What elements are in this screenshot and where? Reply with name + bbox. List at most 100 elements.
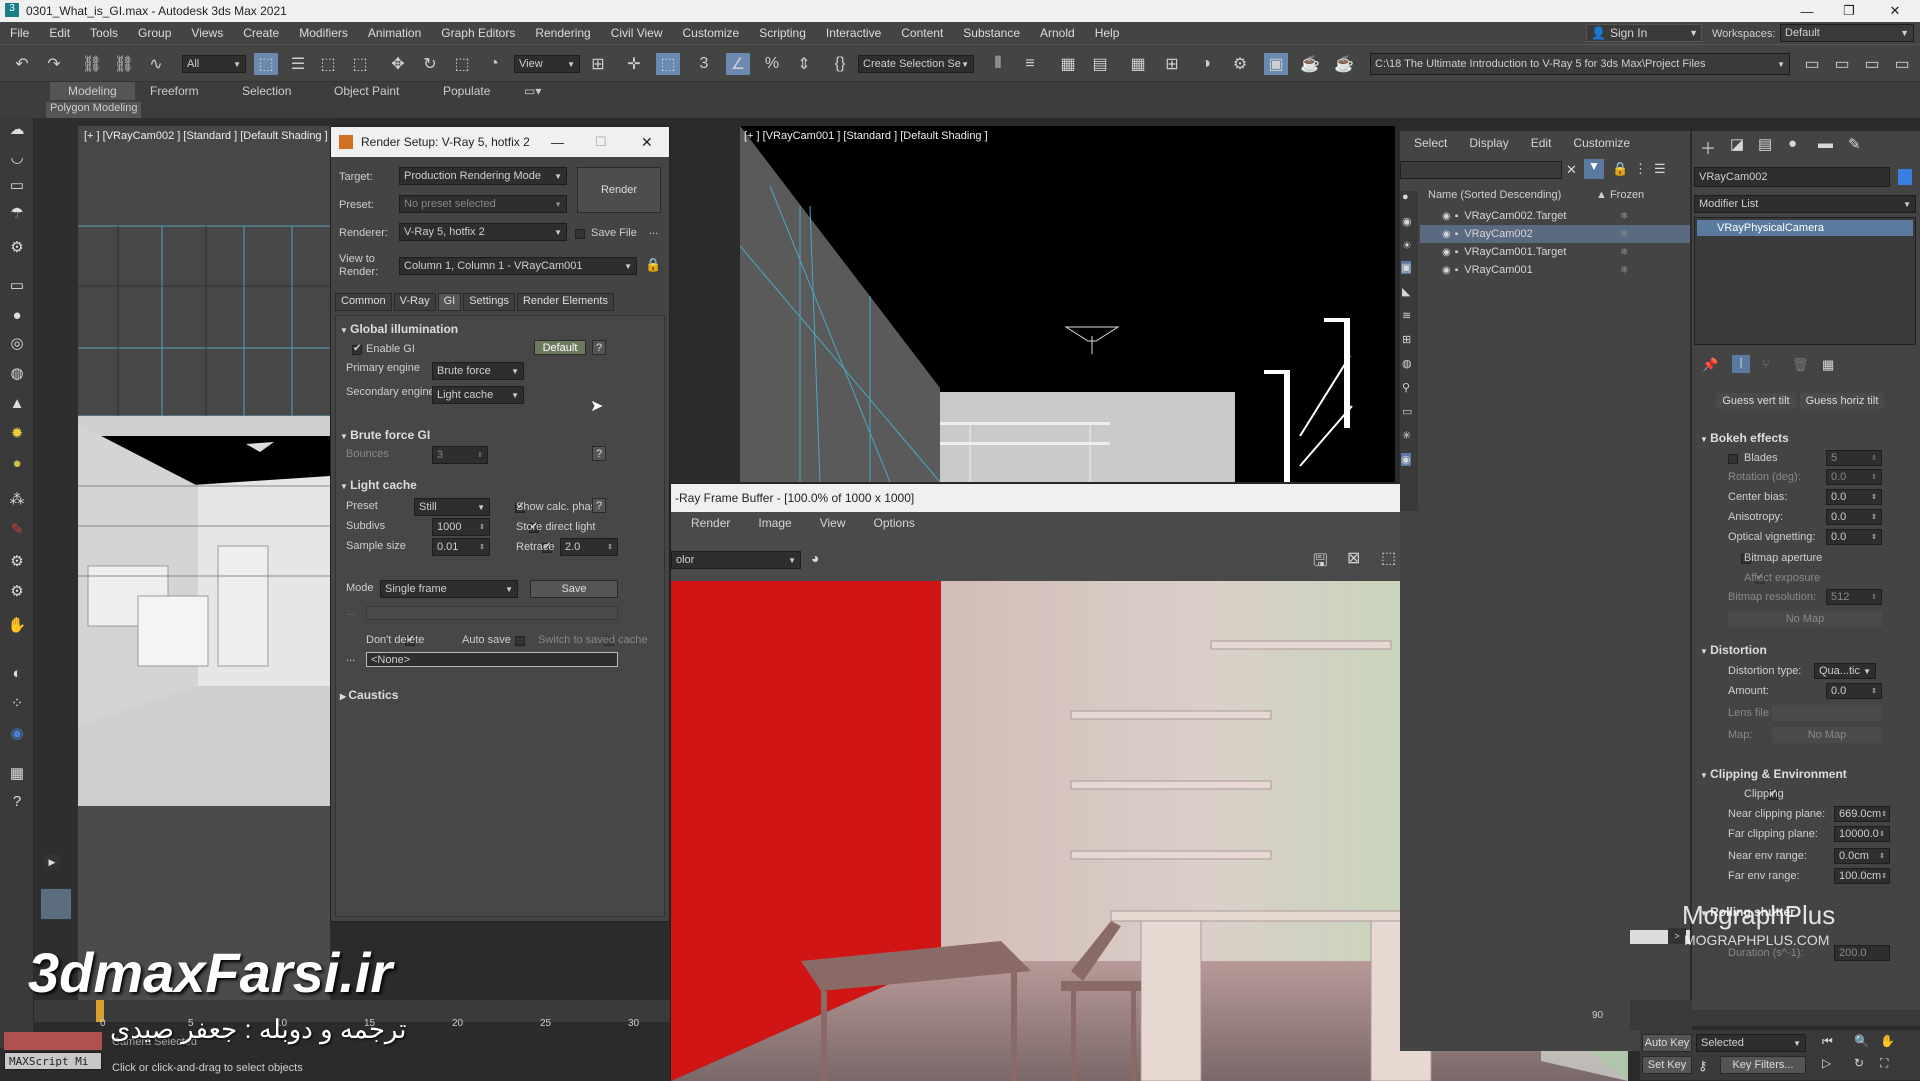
align-icon[interactable]: ≡ — [1018, 53, 1042, 75]
restore-button[interactable]: ❐ — [1826, 0, 1872, 22]
hair-icon[interactable]: ⁂ — [5, 488, 29, 510]
list-item[interactable]: ◉ ▪ VRayCam002.Target ❄ — [1420, 207, 1690, 225]
hierarchy-tab-icon[interactable]: ▤ — [1758, 135, 1772, 153]
menu-graph-editors[interactable]: Graph Editors — [431, 26, 525, 40]
rotate-icon[interactable]: ↻ — [418, 53, 442, 75]
helper-icon[interactable]: ⚙ — [5, 550, 29, 572]
bokeh-section-header[interactable]: ▼ Bokeh effects — [1700, 431, 1789, 445]
remove-modifier-icon[interactable]: 🗑 — [1792, 357, 1809, 373]
guess-vert-tilt-button[interactable]: Guess vert tilt — [1716, 393, 1796, 409]
select-by-name-icon[interactable]: ☰ — [286, 53, 310, 75]
curve-editor-icon[interactable]: ▦ — [1126, 53, 1150, 75]
make-unique-icon[interactable]: ⑂ — [1762, 357, 1770, 372]
cameras-filter-icon[interactable]: ▣ — [1401, 261, 1412, 274]
torus-icon[interactable]: ◍ — [5, 362, 29, 384]
distortion-section-header[interactable]: ▼ Distortion — [1700, 643, 1767, 657]
distortion-type-dropdown[interactable]: Qua...tic ▼ — [1814, 663, 1876, 679]
groups-filter-icon[interactable]: ⊞ — [1402, 333, 1411, 346]
create-icon[interactable]: ☁ — [5, 118, 29, 140]
blades-checkbox[interactable] — [1728, 454, 1738, 464]
brute-force-section-header[interactable]: ▼ Brute force GI — [340, 428, 430, 442]
workspace-dropdown[interactable]: Default ▼ — [1780, 24, 1914, 42]
eye-icon[interactable]: ◉ — [1442, 247, 1451, 258]
fb-menu-image[interactable]: Image — [758, 516, 791, 530]
cone-icon[interactable]: ▲ — [5, 392, 29, 414]
list-item[interactable]: ◉ ▪ VRayCam001 ❄ — [1420, 261, 1690, 279]
menu-views[interactable]: Views — [181, 26, 233, 40]
explorer-search-field[interactable] — [1400, 161, 1562, 179]
channel-dropdown[interactable]: olor ▼ — [671, 551, 801, 569]
bitmap-resolution-spinner[interactable]: 512 ⇕ — [1826, 589, 1882, 605]
tab-modeling[interactable]: Modeling — [50, 82, 135, 100]
viewport-left-label[interactable]: [+ ] [VRayCam002 ] [Standard ] [Default … — [84, 130, 328, 142]
modifier-list-dropdown[interactable]: Modifier List ▼ — [1694, 195, 1916, 213]
menu-group[interactable]: Group — [128, 26, 181, 40]
tab-render-elements[interactable]: Render Elements — [516, 293, 614, 311]
link-icon[interactable]: ⛓ — [80, 53, 104, 75]
bokeh-map-button[interactable]: No Map — [1728, 611, 1882, 627]
cylinder-icon[interactable]: ◎ — [5, 332, 29, 354]
freeze-icon[interactable]: ❄ — [1620, 211, 1628, 222]
lc-preset-dropdown[interactable]: Still ▼ — [414, 498, 490, 516]
gi-default-button[interactable]: Default — [534, 340, 586, 355]
object-name-field[interactable]: VRayCam002 — [1694, 167, 1890, 187]
explorer-menu-select[interactable]: Select — [1414, 136, 1447, 150]
tab-populate[interactable]: Populate — [443, 84, 490, 100]
menu-file[interactable]: File — [0, 26, 39, 40]
auto-save-checkbox[interactable] — [514, 636, 525, 646]
create-tab-icon[interactable]: ＋ — [1700, 135, 1716, 159]
selection-filter-dropdown[interactable]: All ▼ — [182, 55, 246, 73]
tab-gi[interactable]: GI — [437, 293, 462, 311]
gi-help-button[interactable]: ? — [592, 340, 606, 355]
particles-filter-icon[interactable]: ✳ — [1402, 429, 1411, 442]
guess-horiz-tilt-button[interactable]: Guess horiz tilt — [1800, 393, 1884, 409]
clear-search-icon[interactable]: ✕ — [1566, 162, 1577, 178]
fb-menu-options[interactable]: Options — [874, 516, 915, 530]
sign-in-button[interactable]: 👤 Sign In ▼ — [1586, 24, 1702, 42]
menu-interactive[interactable]: Interactive — [816, 26, 891, 40]
rotation-spinner[interactable]: 0.0 ⇕ — [1826, 469, 1882, 485]
placement-icon[interactable]: ◔ — [482, 53, 506, 75]
viewport-left[interactable]: [+ ] [VRayCam002 ] [Standard ] [Default … — [78, 126, 330, 1016]
named-selection-dropdown[interactable]: Create Selection Se ▼ — [858, 55, 974, 73]
window-crossing-icon[interactable]: ⬚ — [348, 53, 372, 75]
preset-dropdown[interactable]: No preset selected ▼ — [399, 195, 567, 213]
keyboard-shortcut-icon[interactable]: ⬚ — [656, 53, 680, 75]
freeze-icon[interactable]: ❄ — [1620, 265, 1628, 276]
menu-scripting[interactable]: Scripting — [749, 26, 816, 40]
bf-help-button[interactable]: ? — [592, 446, 606, 461]
containers-filter-icon[interactable]: ▭ — [1402, 405, 1412, 418]
target-dropdown[interactable]: Production Rendering Mode ▼ — [399, 167, 567, 185]
minimize-button[interactable]: — — [1784, 0, 1830, 22]
menu-help[interactable]: Help — [1085, 26, 1130, 40]
blades-spinner[interactable]: 5 ⇕ — [1826, 450, 1882, 466]
gear-icon[interactable]: ⚙ — [5, 580, 29, 602]
sun-icon[interactable]: ✹ — [5, 422, 29, 444]
save-file-browse-button[interactable]: ... — [649, 225, 658, 237]
color-picker-icon[interactable]: ◕ — [811, 550, 819, 566]
edit-named-sel-icon[interactable]: {} — [828, 53, 852, 75]
layer-explorer-icon[interactable]: ▦ — [1056, 53, 1080, 75]
pan-icon[interactable]: ✋ — [1880, 1034, 1895, 1048]
tab-common[interactable]: Common — [335, 293, 392, 311]
save-image-icon[interactable]: 🖫 — [1313, 548, 1327, 577]
enable-gi-checkbox[interactable] — [352, 343, 362, 355]
clear-image-icon[interactable]: ⊠ — [1347, 548, 1360, 568]
mirror-icon[interactable]: ⫴ — [986, 53, 1010, 75]
maximize-viewport-icon[interactable]: ⛶ — [1880, 1056, 1888, 1071]
help-icon[interactable]: ? — [5, 790, 29, 812]
helpers-filter-icon[interactable]: ◣ — [1402, 285, 1410, 298]
menu-animation[interactable]: Animation — [358, 26, 431, 40]
maximize-button[interactable]: ☐ — [595, 134, 607, 150]
menu-content[interactable]: Content — [891, 26, 953, 40]
unlink-icon[interactable]: ⛓ — [112, 53, 136, 75]
explorer-menu-display[interactable]: Display — [1469, 136, 1508, 150]
list-item[interactable]: ◉ ▪ VRayCam001.Target ❄ — [1420, 243, 1690, 261]
motion-tab-icon[interactable]: ● — [1788, 135, 1797, 152]
fb-menu-view[interactable]: View — [820, 516, 846, 530]
mode-dropdown[interactable]: Single frame ▼ — [380, 580, 518, 598]
bind-spacewarp-icon[interactable]: ∿ — [144, 53, 168, 75]
name-column-header[interactable]: Name (Sorted Descending) — [1428, 189, 1561, 201]
scene-explorer-icon[interactable]: ▤ — [1088, 53, 1112, 75]
lc-file-browse-button[interactable]: ... — [346, 606, 355, 618]
